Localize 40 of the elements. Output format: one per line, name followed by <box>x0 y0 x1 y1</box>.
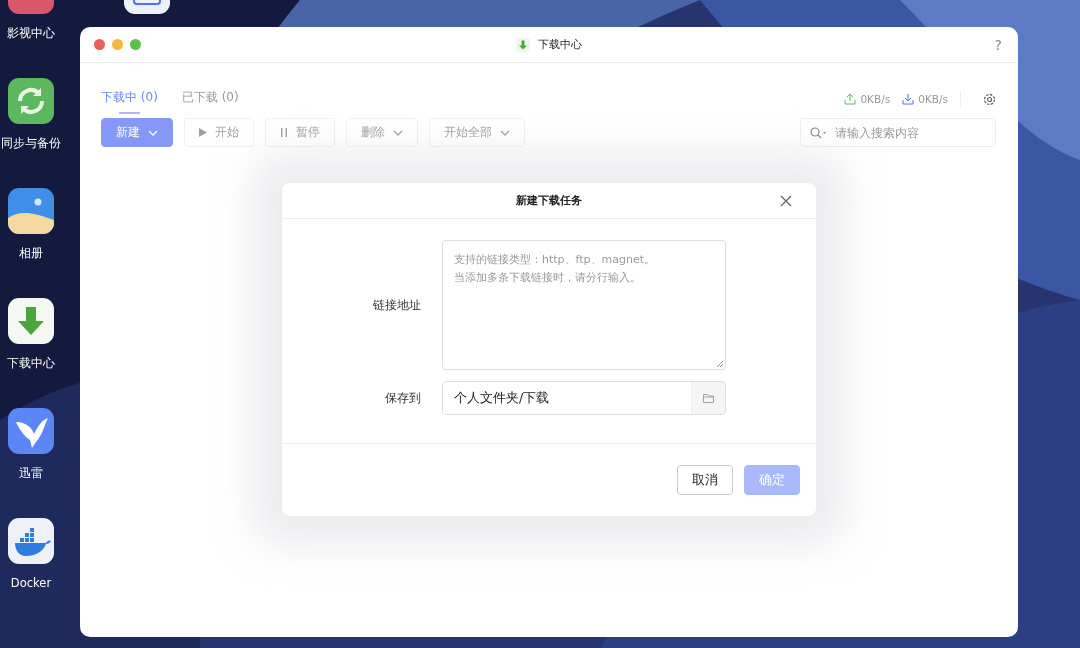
pause-icon <box>280 128 288 137</box>
whale-app-icon[interactable] <box>8 518 54 564</box>
resize-grip-icon[interactable] <box>716 360 723 367</box>
bird-app-icon[interactable] <box>8 408 54 454</box>
save-path-field[interactable]: 个人文件夹/下载 <box>442 381 726 415</box>
tab[interactable]: 已下载 (0) <box>181 89 239 114</box>
field-label: 链接地址 <box>372 296 421 314</box>
toolbar-button[interactable]: 新建 <box>101 118 173 147</box>
settings-icon[interactable] <box>983 92 996 106</box>
chevron-down-icon <box>393 129 403 136</box>
window-title: 下载中心 <box>538 37 582 52</box>
help-button[interactable]: ? <box>994 36 1002 53</box>
play-icon <box>199 128 207 137</box>
folder-icon <box>703 393 714 403</box>
dialog-button[interactable]: 取消 <box>677 465 733 495</box>
app-label: 相册 <box>19 246 43 261</box>
download-app-icon[interactable] <box>8 298 54 344</box>
chevron-down-icon <box>500 129 510 136</box>
upload-icon <box>844 93 857 105</box>
sync-app-icon[interactable] <box>8 78 54 124</box>
download-icon <box>902 93 915 105</box>
search-field[interactable]: 请输入搜索内容 <box>800 118 996 147</box>
link-input-field[interactable]: 支持的链接类型：http、ftp、magnet。 当添加多条下载链接时，请分行输入。 <box>442 240 726 370</box>
tab[interactable]: 下载中 (0) <box>101 89 158 114</box>
dialog-title: 新建下载任务 <box>516 193 582 208</box>
app-label: 迅雷 <box>19 466 43 481</box>
speed-text: 0KB/s <box>860 93 891 105</box>
photo-app-icon[interactable] <box>8 188 54 234</box>
speed-text: 0KB/s <box>918 93 948 105</box>
download-arrow-icon <box>516 37 530 52</box>
placeholder-line: 当添加多条下载链接时，请分行输入。 <box>454 270 641 286</box>
close-icon[interactable] <box>780 195 792 207</box>
app-label: Docker <box>10 576 52 590</box>
field-label: 保存到 <box>384 389 421 407</box>
placeholder-line: 支持的链接类型：http、ftp、magnet。 <box>454 252 656 268</box>
app-label: 下载中心 <box>7 356 55 371</box>
app-label: 同步与备份 <box>1 136 61 151</box>
close-light-icon[interactable] <box>94 39 105 50</box>
chevron-down-icon <box>148 129 158 136</box>
app-label: 影视中心 <box>7 26 55 41</box>
